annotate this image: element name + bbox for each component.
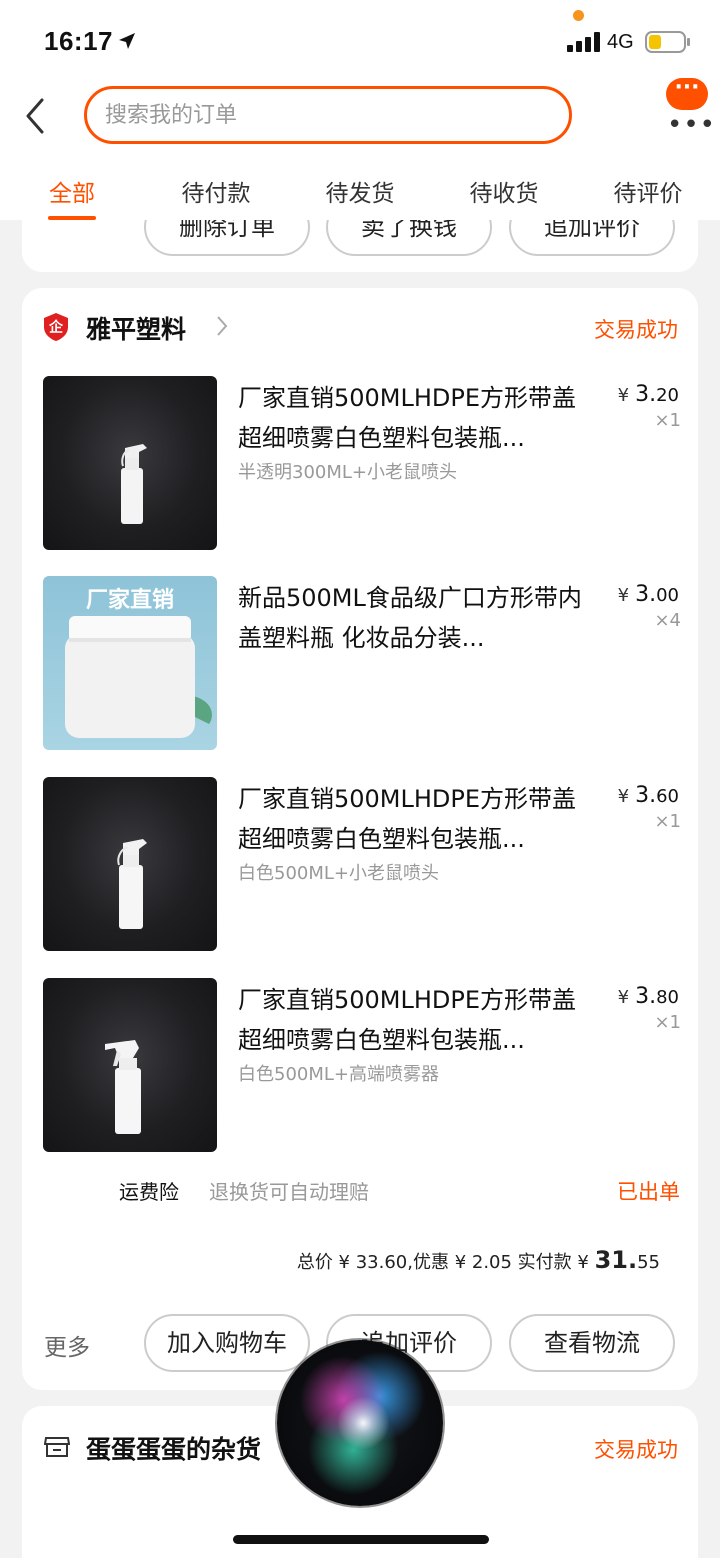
delete-order-button[interactable]: 删除订单 xyxy=(144,220,310,256)
status-bar: 16:17 4G xyxy=(0,0,720,80)
order-card: 企 雅平塑料 交易成功 厂家直销500MLHDPE方形带盖超细喷雾白色塑料包装瓶… xyxy=(22,288,698,1390)
item-quantity: ×1 xyxy=(654,410,681,431)
order-status: 交易成功 xyxy=(594,318,678,342)
status-time: 16:17 xyxy=(44,26,113,56)
shipping-insurance-status: 已出单 xyxy=(617,1180,680,1204)
item-price: ¥3.80 xyxy=(617,984,679,1009)
shipping-insurance-label: 运费险 xyxy=(119,1180,179,1204)
store-icon xyxy=(44,1437,70,1457)
order-status: 交易成功 xyxy=(594,1438,678,1462)
order-item[interactable]: 厂家直销 新品500ML食品级广口方形带内盖塑料瓶 化妆品分装... ¥3.00… xyxy=(43,576,683,750)
order-item[interactable]: 厂家直销500MLHDPE方形带盖超细喷雾白色塑料包装瓶... 白色500ML+… xyxy=(43,978,683,1152)
add-review-button[interactable]: 追加评价 xyxy=(509,220,675,256)
previous-order-card: 删除订单 卖了换钱 追加评价 xyxy=(22,220,698,272)
spray-bottle-image xyxy=(121,444,147,524)
tab-pending-shipment[interactable]: 待发货 xyxy=(300,174,420,208)
trigger-sprayer-bottle-image xyxy=(105,1040,141,1134)
item-quantity: ×1 xyxy=(654,811,681,832)
orders-header: ··· ••• 全部 待付款 待发货 待收货 待评价 xyxy=(0,77,720,220)
home-indicator[interactable] xyxy=(233,1535,489,1544)
order-search-input[interactable] xyxy=(105,102,569,128)
order-total: 总价 ¥ 33.60,优惠 ¥ 2.05 实付款 ¥ 31.55 xyxy=(296,1246,660,1274)
tab-pending-receipt[interactable]: 待收货 xyxy=(444,174,564,208)
product-thumbnail[interactable] xyxy=(43,978,217,1152)
shipping-insurance-description: 退换货可自动理赔 xyxy=(209,1180,369,1204)
view-logistics-button[interactable]: 查看物流 xyxy=(509,1314,675,1372)
item-title[interactable]: 新品500ML食品级广口方形带内盖塑料瓶 化妆品分装... xyxy=(238,578,598,658)
svg-text:企: 企 xyxy=(48,319,64,336)
item-price: ¥3.00 xyxy=(617,582,679,607)
order-search-box[interactable] xyxy=(84,86,572,144)
item-sku: 白色500ML+小老鼠喷头 xyxy=(238,863,439,884)
battery-icon xyxy=(645,31,690,53)
back-arrow-icon[interactable] xyxy=(20,94,56,138)
order-tabs: 全部 待付款 待发货 待收货 待评价 xyxy=(0,166,720,220)
product-thumbnail[interactable]: 厂家直销 xyxy=(43,576,217,750)
siri-orb[interactable] xyxy=(277,1340,443,1506)
item-quantity: ×4 xyxy=(654,610,681,631)
spray-bottle-image xyxy=(117,839,147,929)
add-to-cart-button[interactable]: 加入购物车 xyxy=(144,1314,310,1372)
tab-all[interactable]: 全部 xyxy=(12,174,132,208)
signal-icon xyxy=(567,32,600,52)
item-title[interactable]: 厂家直销500MLHDPE方形带盖超细喷雾白色塑料包装瓶... xyxy=(238,378,598,458)
tab-pending-review[interactable]: 待评价 xyxy=(588,174,708,208)
resell-button[interactable]: 卖了换钱 xyxy=(326,220,492,256)
more-actions-link[interactable]: 更多 xyxy=(44,1328,90,1362)
network-type: 4G xyxy=(607,31,634,53)
product-thumbnail[interactable] xyxy=(43,777,217,951)
location-arrow-icon xyxy=(119,33,135,49)
item-price: ¥3.60 xyxy=(617,783,679,808)
recording-indicator xyxy=(573,10,584,21)
product-thumbnail[interactable] xyxy=(43,376,217,550)
order-item[interactable]: 厂家直销500MLHDPE方形带盖超细喷雾白色塑料包装瓶... 半透明300ML… xyxy=(43,376,683,550)
item-quantity: ×1 xyxy=(654,1012,681,1033)
item-title[interactable]: 厂家直销500MLHDPE方形带盖超细喷雾白色塑料包装瓶... xyxy=(238,779,598,859)
order-item[interactable]: 厂家直销500MLHDPE方形带盖超细喷雾白色塑料包装瓶... 白色500ML+… xyxy=(43,777,683,951)
product-image-label: 厂家直销 xyxy=(85,587,174,613)
messages-badge[interactable]: ··· xyxy=(666,77,708,110)
more-menu-icon[interactable]: ••• xyxy=(667,110,716,140)
shop-name[interactable]: 蛋蛋蛋蛋的杂货 xyxy=(86,1430,261,1466)
enterprise-shop-icon: 企 xyxy=(44,313,68,341)
shop-name[interactable]: 雅平塑料 xyxy=(86,310,186,346)
item-sku: 半透明300ML+小老鼠喷头 xyxy=(238,462,457,483)
item-sku: 白色500ML+高端喷雾器 xyxy=(238,1064,439,1085)
item-title[interactable]: 厂家直销500MLHDPE方形带盖超细喷雾白色塑料包装瓶... xyxy=(238,980,598,1060)
tab-pending-payment[interactable]: 待付款 xyxy=(156,174,276,208)
item-price: ¥3.20 xyxy=(617,382,679,407)
chevron-right-icon[interactable] xyxy=(215,314,229,338)
